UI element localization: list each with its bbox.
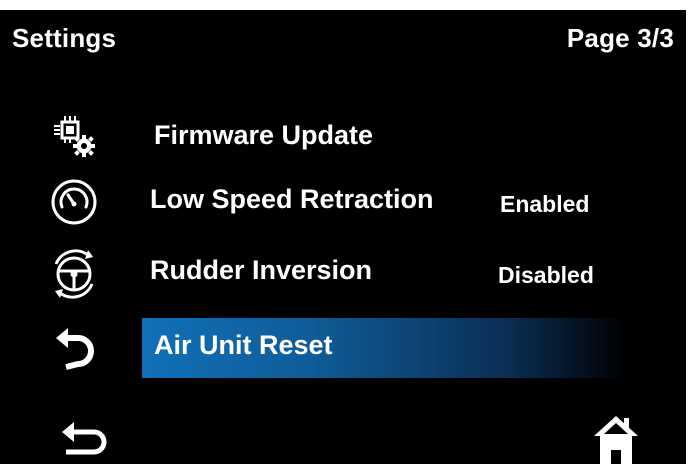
steering-wheel-icon [48,248,100,300]
home-icon[interactable] [588,412,644,464]
reset-arrow-icon [48,320,100,372]
menu-item-value: Disabled [498,262,594,288]
menu-item-label: Firmware Update [154,120,374,150]
menu-item-air-unit-reset[interactable]: Air Unit Reset [0,314,686,378]
firmware-chip-gear-icon [48,112,100,164]
menu-item-value: Enabled [500,191,590,217]
page-title: Settings [12,23,117,53]
menu-item-label: Rudder Inversion [150,255,373,285]
speedometer-icon [48,176,100,228]
menu-item-label: Low Speed Retraction [150,184,434,214]
menu-item-low-speed-retraction[interactable]: Low Speed Retraction Enabled [0,170,686,232]
page-indicator: Page 3/3 [566,23,674,53]
menu-item-label: Air Unit Reset [154,330,333,360]
back-arrow-icon[interactable] [58,418,114,464]
device-screen: Settings Page 3/3 Firmware Update Low Sp… [0,0,691,464]
menu-item-rudder-inversion[interactable]: Rudder Inversion Disabled [0,242,686,304]
settings-display: Settings Page 3/3 Firmware Update Low Sp… [0,10,686,464]
menu-item-firmware-update[interactable]: Firmware Update [0,106,686,168]
